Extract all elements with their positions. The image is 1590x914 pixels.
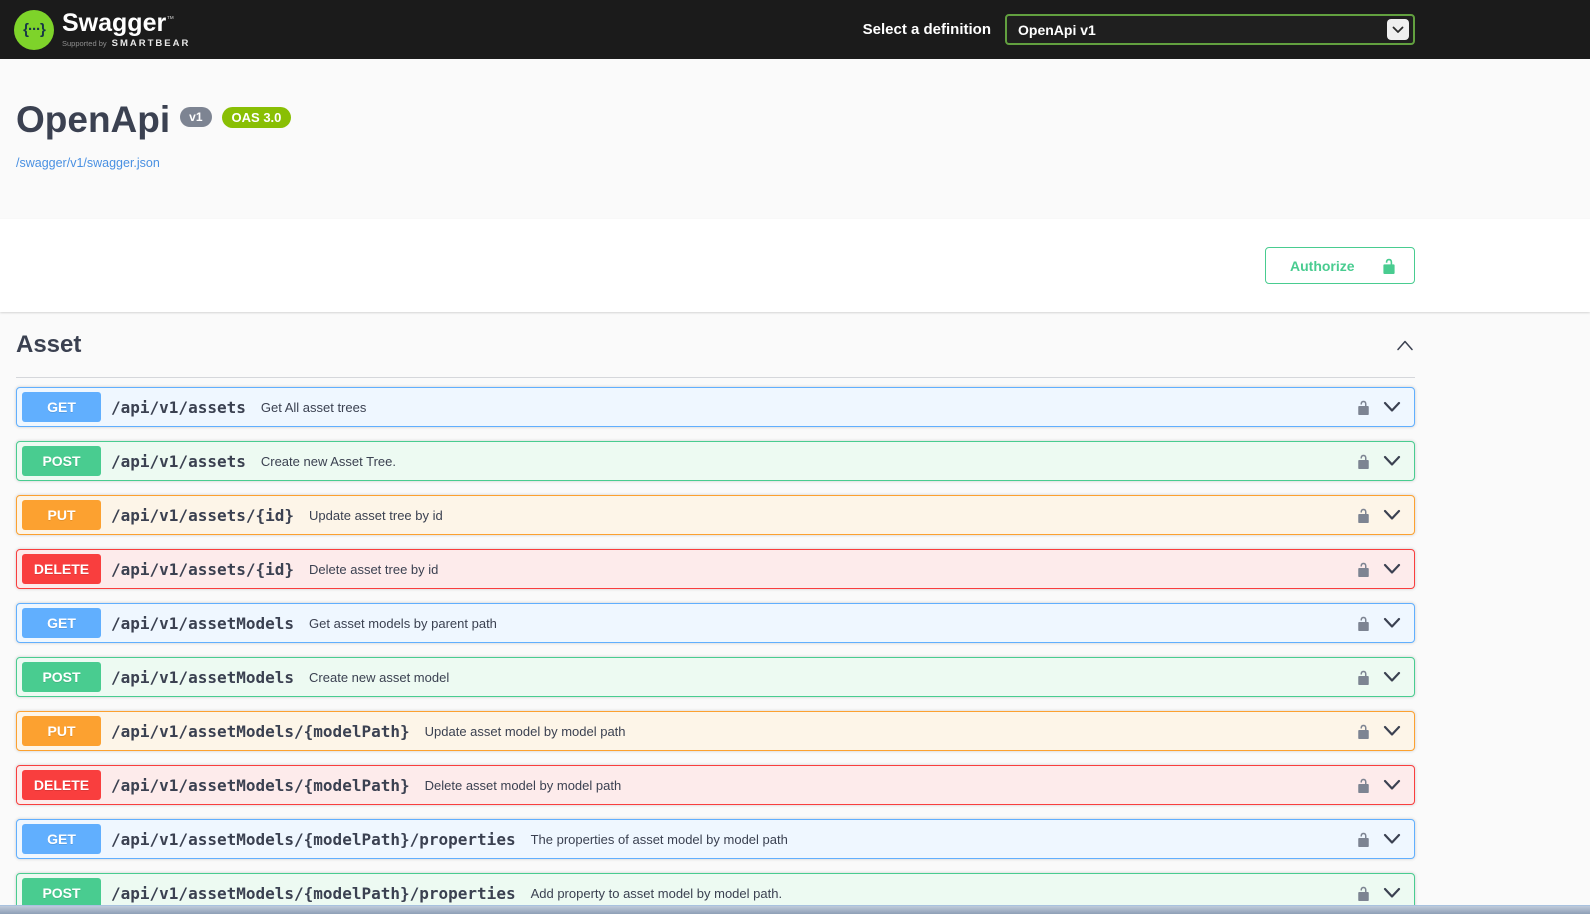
operation-path: /api/v1/assetModels	[111, 667, 295, 687]
unlock-icon	[1383, 258, 1395, 274]
swagger-logo[interactable]: {···} Swagger™ Supported by SMARTBEAR	[14, 8, 190, 50]
operation-row[interactable]: POST /api/v1/assets Create new Asset Tre…	[16, 441, 1415, 481]
page-title: OpenApi	[16, 99, 171, 140]
select-arrow-box	[1387, 19, 1409, 40]
method-badge: PUT	[22, 500, 101, 530]
operation-path: /api/v1/assets	[111, 397, 246, 417]
operation-summary: Delete asset tree by id	[309, 561, 439, 577]
operation-path: /api/v1/assetModels	[111, 613, 295, 633]
lock-icon[interactable]	[1356, 399, 1371, 416]
chevron-down-icon[interactable]	[1382, 400, 1402, 414]
operation-row[interactable]: GET /api/v1/assetModels/{modelPath}/prop…	[16, 819, 1415, 859]
chevron-down-icon[interactable]	[1382, 832, 1402, 846]
operation-row[interactable]: PUT /api/v1/assetModels/{modelPath} Upda…	[16, 711, 1415, 751]
lock-icon[interactable]	[1356, 615, 1371, 632]
logo-text-stack: Swagger™ Supported by SMARTBEAR	[62, 8, 190, 49]
operation-path: /api/v1/assetModels/{modelPath}	[111, 721, 410, 741]
smartbear-brand: SMARTBEAR	[111, 37, 191, 49]
lock-icon[interactable]	[1356, 507, 1371, 524]
lock-icon[interactable]	[1356, 777, 1371, 794]
method-badge: GET	[22, 608, 101, 638]
chevron-down-icon[interactable]	[1382, 508, 1402, 522]
title-row: OpenApi v1 OAS 3.0	[16, 99, 1415, 140]
logo-tagline: Supported by SMARTBEAR	[62, 38, 190, 49]
operation-row[interactable]: DELETE /api/v1/assetModels/{modelPath} D…	[16, 765, 1415, 805]
operation-summary: Create new asset model	[309, 669, 450, 685]
operation-row[interactable]: GET /api/v1/assets Get All asset trees	[16, 387, 1415, 427]
operation-path: /api/v1/assetModels/{modelPath}/properti…	[111, 883, 516, 903]
spec-link-row: /swagger/v1/swagger.json	[16, 154, 1415, 172]
operation-path: /api/v1/assetModels/{modelPath}/properti…	[111, 829, 516, 849]
lock-icon[interactable]	[1356, 561, 1371, 578]
info-section: OpenApi v1 OAS 3.0 /swagger/v1/swagger.j…	[0, 59, 1590, 219]
operation-row[interactable]: PUT /api/v1/assets/{id} Update asset tre…	[16, 495, 1415, 535]
authorize-button[interactable]: Authorize	[1265, 247, 1415, 284]
brand-wordmark: Swagger™	[62, 8, 175, 37]
operation-path: /api/v1/assets/{id}	[111, 559, 295, 579]
lock-icon[interactable]	[1356, 831, 1371, 848]
method-badge: PUT	[22, 716, 101, 746]
definition-select[interactable]: OpenApi v1	[1005, 14, 1415, 45]
lock-icon[interactable]	[1356, 723, 1371, 740]
method-badge: GET	[22, 392, 101, 422]
chevron-down-icon[interactable]	[1382, 562, 1402, 576]
operation-summary: The properties of asset model by model p…	[530, 831, 788, 847]
operation-row[interactable]: GET /api/v1/assetModels Get asset models…	[16, 603, 1415, 643]
lock-icon[interactable]	[1356, 669, 1371, 686]
topbar: {···} Swagger™ Supported by SMARTBEAR Se…	[0, 0, 1590, 59]
definition-selected-value: OpenApi v1	[1018, 21, 1096, 38]
operation-summary: Delete asset model by model path	[424, 777, 622, 793]
method-badge: GET	[22, 824, 101, 854]
definition-select-label: Select a definition	[862, 21, 991, 38]
oas-badge: OAS 3.0	[221, 107, 292, 128]
method-badge: DELETE	[22, 770, 101, 800]
chevron-down-icon[interactable]	[1382, 886, 1402, 900]
chevron-down-icon[interactable]	[1382, 616, 1402, 630]
tag-header-asset[interactable]: Asset	[16, 312, 1415, 378]
window-bottom-edge	[0, 905, 1590, 914]
logo-braces-glyph: {···}	[23, 21, 46, 38]
chevron-down-icon[interactable]	[1382, 670, 1402, 684]
method-badge: POST	[22, 446, 101, 476]
operations-section: Asset GET /api/v1/assets Get All asset t…	[0, 312, 1590, 913]
operation-summary: Get asset models by parent path	[309, 615, 497, 631]
chevron-up-icon[interactable]	[1395, 338, 1415, 352]
method-badge: POST	[22, 662, 101, 692]
operation-path: /api/v1/assetModels/{modelPath}	[111, 775, 410, 795]
version-badge: v1	[180, 107, 212, 127]
chevron-down-icon[interactable]	[1382, 454, 1402, 468]
operation-path: /api/v1/assets/{id}	[111, 505, 295, 525]
scheme-container: Authorize	[0, 219, 1590, 312]
operation-summary: Update asset tree by id	[309, 507, 443, 523]
method-badge: DELETE	[22, 554, 101, 584]
operation-summary: Add property to asset model by model pat…	[530, 885, 783, 901]
operation-list: GET /api/v1/assets Get All asset trees P…	[16, 378, 1415, 913]
operation-row[interactable]: DELETE /api/v1/assets/{id} Delete asset …	[16, 549, 1415, 589]
swagger-logo-icon: {···}	[14, 9, 54, 50]
tagline-prefix: Supported by	[62, 38, 107, 48]
operation-summary: Create new Asset Tree.	[260, 453, 396, 469]
operation-summary: Get All asset trees	[260, 399, 367, 415]
spec-url-link[interactable]: /swagger/v1/swagger.json	[16, 156, 160, 170]
tag-title: Asset	[16, 330, 82, 358]
lock-icon[interactable]	[1356, 885, 1371, 902]
operation-path: /api/v1/assets	[111, 451, 246, 471]
chevron-down-icon[interactable]	[1382, 778, 1402, 792]
authorize-label: Authorize	[1290, 257, 1355, 274]
operation-row[interactable]: POST /api/v1/assetModels Create new asse…	[16, 657, 1415, 697]
chevron-down-icon	[1392, 26, 1404, 33]
lock-icon[interactable]	[1356, 453, 1371, 470]
method-badge: POST	[22, 878, 101, 908]
chevron-down-icon[interactable]	[1382, 724, 1402, 738]
definition-picker: Select a definition OpenApi v1	[863, 14, 1415, 45]
operation-summary: Update asset model by model path	[424, 723, 626, 739]
trademark-symbol: ™	[166, 14, 175, 24]
